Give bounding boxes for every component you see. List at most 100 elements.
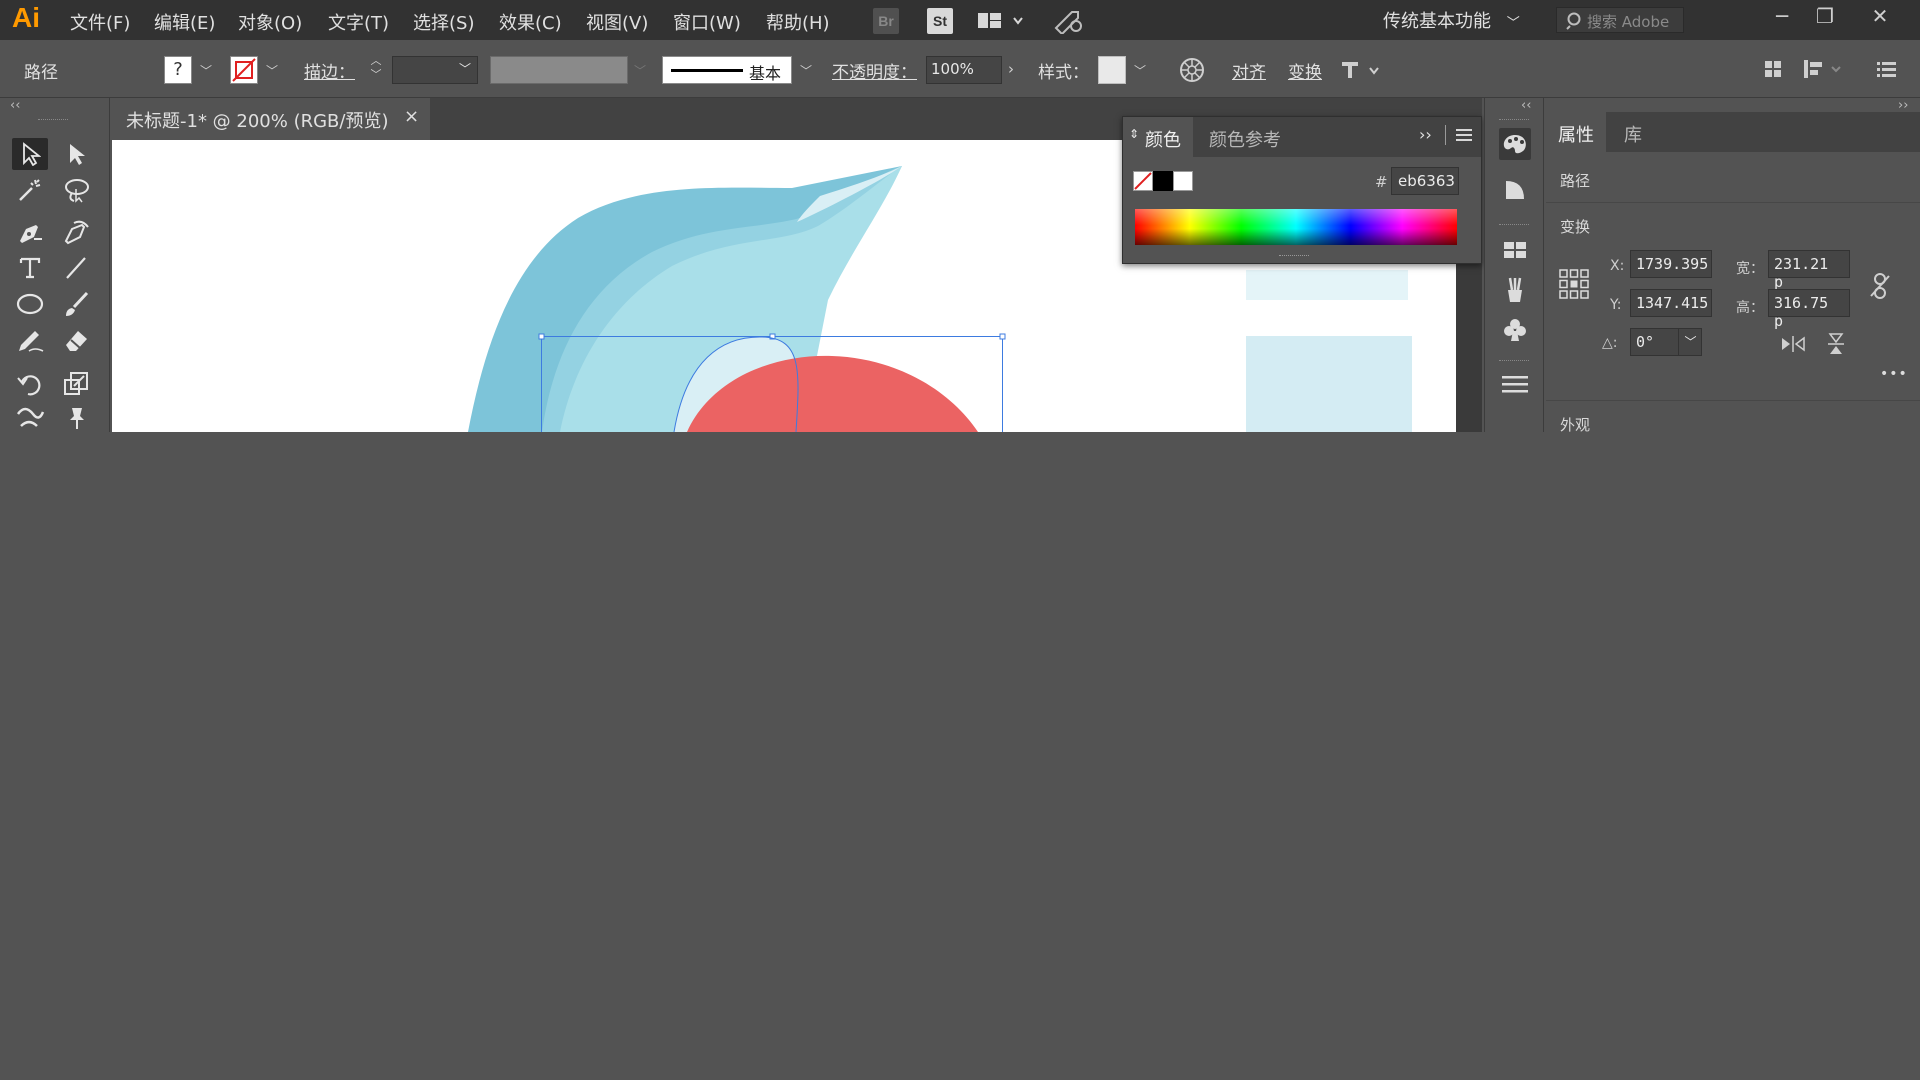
chevron-down-icon[interactable]: ﹀ bbox=[1678, 328, 1702, 356]
height-field[interactable]: 316.75 p bbox=[1768, 289, 1850, 330]
paintbrush-tool[interactable] bbox=[58, 288, 94, 320]
close-window-button[interactable]: ✕ bbox=[1860, 4, 1900, 34]
rotate-tool[interactable] bbox=[12, 368, 48, 400]
stroke-weight-stepper[interactable]: ︿ ﹀ bbox=[366, 54, 386, 84]
eraser-tool[interactable] bbox=[58, 324, 94, 356]
lasso-tool[interactable] bbox=[58, 174, 94, 206]
arrange-documents-button[interactable] bbox=[976, 8, 1026, 34]
variable-width-profile[interactable] bbox=[490, 56, 628, 84]
pen-tool[interactable] bbox=[12, 216, 48, 248]
layers-button[interactable] bbox=[1499, 368, 1531, 400]
white-swatch[interactable] bbox=[1173, 171, 1193, 191]
brush-definition[interactable]: 基本 bbox=[662, 56, 792, 84]
selection-handle[interactable] bbox=[538, 333, 545, 340]
direct-selection-tool[interactable] bbox=[58, 138, 94, 170]
panel-menu-button[interactable] bbox=[1455, 127, 1473, 147]
more-options-button[interactable]: ••• bbox=[1880, 366, 1908, 382]
tab-color-guide[interactable]: 颜色参考 bbox=[1209, 117, 1309, 157]
graphic-style-swatch[interactable] bbox=[1098, 56, 1126, 84]
isolate-selected-button[interactable] bbox=[1338, 56, 1384, 84]
arrange-panels-button[interactable] bbox=[1762, 56, 1786, 82]
chevron-down-icon[interactable]: ﹀ bbox=[1134, 62, 1146, 79]
expand-panel-icon[interactable]: ›› bbox=[1898, 98, 1908, 113]
symbols-button[interactable] bbox=[1499, 314, 1531, 346]
stroke-weight-field[interactable]: ﹀ bbox=[392, 56, 478, 84]
color-spectrum[interactable] bbox=[1135, 209, 1457, 245]
constrain-proportions-button[interactable] bbox=[1868, 272, 1892, 304]
recolor-artwork-button[interactable] bbox=[1178, 56, 1206, 84]
palette-icon bbox=[1503, 135, 1526, 154]
shaper-tool[interactable] bbox=[12, 324, 48, 356]
menu-file[interactable]: 文件(F) bbox=[70, 9, 130, 35]
hamburger-icon bbox=[1456, 129, 1472, 141]
brushes-button[interactable] bbox=[1499, 274, 1531, 306]
magic-wand-tool[interactable] bbox=[12, 174, 48, 206]
strip-grip[interactable] bbox=[1499, 224, 1529, 226]
pin-tool[interactable] bbox=[58, 404, 94, 430]
blue-pale-gradient-strip[interactable] bbox=[1246, 270, 1408, 300]
none-swatch[interactable] bbox=[1133, 171, 1153, 191]
align-panel-link[interactable]: 对齐 bbox=[1232, 58, 1266, 83]
stroke-swatch[interactable] bbox=[230, 56, 258, 84]
selection-handle[interactable] bbox=[999, 333, 1006, 340]
flip-vertical-button[interactable] bbox=[1826, 332, 1846, 360]
swatches-button[interactable] bbox=[1499, 234, 1531, 266]
search-adobe-field[interactable]: 搜索 Adobe bbox=[1556, 7, 1684, 33]
menu-effect[interactable]: 效果(C) bbox=[499, 9, 562, 35]
menu-help[interactable]: 帮助(H) bbox=[766, 9, 830, 35]
panel-menu-button[interactable] bbox=[1874, 56, 1900, 82]
tab-color[interactable]: ⇕ 颜色 bbox=[1123, 117, 1193, 157]
menu-window[interactable]: 窗口(W) bbox=[673, 9, 741, 35]
menu-edit[interactable]: 编辑(E) bbox=[154, 9, 215, 35]
curvature-tool[interactable] bbox=[58, 216, 94, 248]
stroke-panel-link[interactable]: 描边： bbox=[304, 58, 355, 83]
flip-horizontal-button[interactable] bbox=[1780, 334, 1806, 358]
panel-resize-grip[interactable] bbox=[1279, 255, 1309, 258]
distribute-button[interactable] bbox=[1802, 56, 1848, 82]
chevron-down-icon[interactable]: ﹀ bbox=[200, 62, 212, 79]
fill-swatch[interactable]: ? bbox=[164, 56, 192, 84]
collapse-panel-icon[interactable]: ‹‹ bbox=[10, 98, 20, 113]
chevron-right-icon[interactable]: › bbox=[1008, 60, 1014, 78]
blue-pale-block[interactable] bbox=[1246, 336, 1412, 432]
scale-tool[interactable] bbox=[58, 368, 94, 400]
color-guide-button[interactable] bbox=[1499, 174, 1531, 206]
menu-view[interactable]: 视图(V) bbox=[586, 9, 648, 35]
chevron-down-icon[interactable]: ﹀ bbox=[800, 62, 812, 79]
x-field[interactable]: 1739.395 bbox=[1630, 250, 1712, 278]
ellipse-tool[interactable] bbox=[12, 288, 48, 320]
bridge-button[interactable]: Br bbox=[873, 8, 899, 34]
transform-panel-link[interactable]: 变换 bbox=[1288, 58, 1322, 83]
tab-properties[interactable]: 属性 bbox=[1546, 112, 1606, 152]
chevron-down-icon[interactable]: ﹀ bbox=[266, 62, 278, 79]
panel-grip[interactable] bbox=[38, 119, 68, 121]
menu-type[interactable]: 文字(T) bbox=[328, 9, 389, 35]
workspace-switcher[interactable]: 传统基本功能 ﹀ bbox=[1383, 7, 1520, 33]
rotation-field[interactable]: 0° ﹀ bbox=[1630, 328, 1702, 356]
selection-tool[interactable] bbox=[12, 138, 48, 170]
stock-button[interactable]: St bbox=[927, 8, 953, 34]
strip-grip[interactable] bbox=[1499, 360, 1529, 362]
black-swatch[interactable] bbox=[1153, 171, 1173, 191]
opacity-field[interactable]: 100% bbox=[926, 56, 1002, 84]
menu-object[interactable]: 对象(O) bbox=[238, 9, 302, 35]
puppet-warp-tool[interactable] bbox=[12, 404, 48, 430]
hex-color-field[interactable]: eb6363 bbox=[1391, 167, 1459, 195]
reference-point-selector[interactable] bbox=[1558, 268, 1590, 300]
type-tool[interactable] bbox=[12, 252, 48, 284]
menu-select[interactable]: 选择(S) bbox=[413, 9, 474, 35]
opacity-link[interactable]: 不透明度： bbox=[832, 58, 917, 83]
strip-grip[interactable] bbox=[1499, 119, 1529, 121]
expand-panel-icon[interactable]: ›› bbox=[1419, 125, 1432, 144]
restore-button[interactable]: ❐ bbox=[1805, 4, 1845, 34]
line-segment-tool[interactable] bbox=[58, 252, 94, 284]
y-field[interactable]: 1347.415 bbox=[1630, 289, 1712, 317]
collapse-strip-icon[interactable]: ‹‹ bbox=[1521, 98, 1531, 113]
tab-libraries[interactable]: 库 bbox=[1624, 112, 1664, 152]
color-panel-button[interactable] bbox=[1499, 128, 1531, 160]
minimize-button[interactable]: ─ bbox=[1762, 4, 1802, 34]
close-document-button[interactable]: × bbox=[404, 106, 419, 127]
document-tab[interactable]: 未标题-1* @ 200% (RGB/预览) bbox=[112, 98, 430, 140]
width-field[interactable]: 231.21 p bbox=[1768, 250, 1850, 291]
gpu-performance-button[interactable] bbox=[1052, 8, 1086, 34]
